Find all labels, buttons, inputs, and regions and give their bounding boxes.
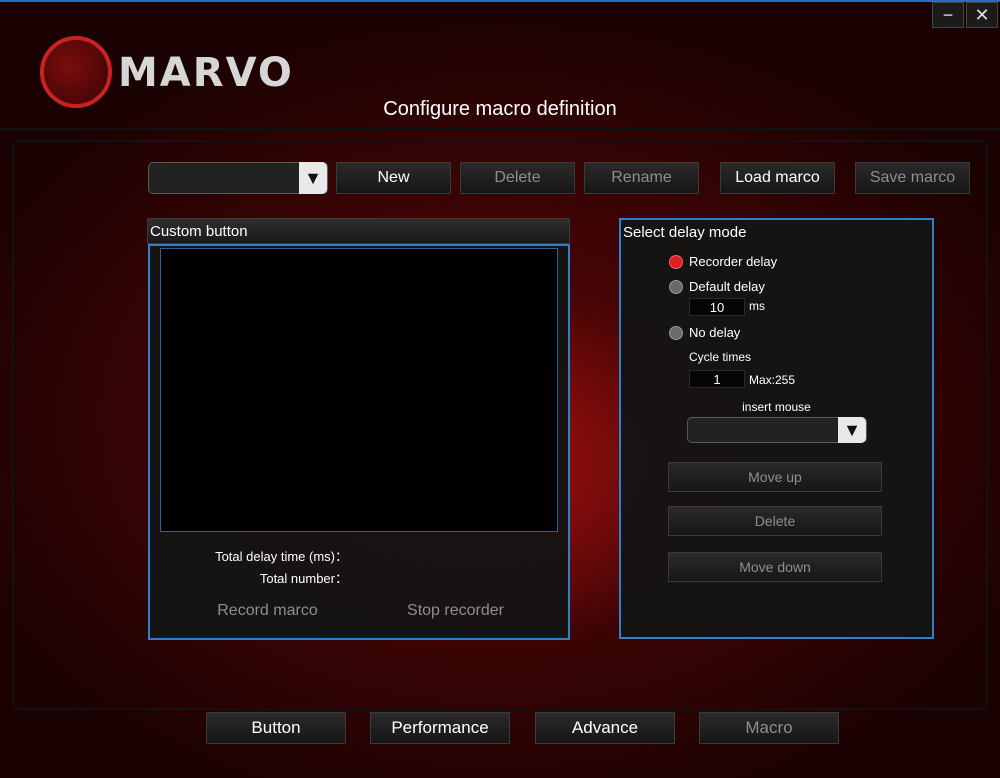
- tab-advance[interactable]: Advance: [535, 712, 675, 744]
- delay-mode-title: Select delay mode: [623, 224, 747, 241]
- minimize-button[interactable]: −: [932, 2, 964, 28]
- recorder-delay-option[interactable]: Recorder delay: [669, 254, 777, 269]
- window-top-border: [0, 0, 1000, 2]
- delete-event-button[interactable]: Delete: [668, 506, 882, 536]
- delay-mode-panel: Select delay mode Recorder delay Default…: [619, 218, 934, 639]
- tab-button[interactable]: Button: [206, 712, 346, 744]
- default-delay-input[interactable]: 10: [689, 298, 745, 316]
- brand-name: MARVO: [118, 50, 294, 96]
- cycle-times-label: Cycle times: [689, 350, 752, 364]
- tab-macro[interactable]: Macro: [699, 712, 839, 744]
- insert-mouse-label: insert mouse: [742, 400, 811, 414]
- cycle-max-label: Max:255: [749, 373, 796, 387]
- insert-mouse-dropdown[interactable]: ▼: [687, 417, 867, 443]
- default-delay-label: Default delay: [689, 279, 765, 294]
- save-macro-button[interactable]: Save marco: [855, 162, 970, 194]
- new-macro-button[interactable]: New: [336, 162, 451, 194]
- custom-button-panel: Total delay time (ms)： Total number： Rec…: [148, 244, 570, 640]
- radio-icon: [669, 279, 683, 294]
- radio-icon: [669, 325, 683, 340]
- record-macro-button[interactable]: Record marco: [190, 602, 345, 624]
- chevron-down-icon: ▼: [299, 162, 327, 194]
- tab-performance[interactable]: Performance: [370, 712, 510, 744]
- custom-button-title: Custom button: [150, 223, 248, 240]
- no-delay-label: No delay: [689, 325, 741, 340]
- cycle-times-input[interactable]: 1: [689, 370, 745, 388]
- page-title: Configure macro definition: [383, 98, 617, 120]
- radio-selected-icon: [669, 254, 683, 269]
- close-icon: ✕: [974, 4, 990, 25]
- total-delay-label: Total delay time (ms)：: [215, 549, 348, 564]
- total-number-label: Total number：: [259, 571, 348, 586]
- macro-events-list[interactable]: [160, 248, 558, 532]
- rename-macro-button[interactable]: Rename: [584, 162, 699, 194]
- chevron-down-icon: ▼: [838, 417, 866, 443]
- ms-unit-label: ms: [749, 299, 765, 313]
- load-macro-button[interactable]: Load marco: [720, 162, 835, 194]
- macro-select-dropdown[interactable]: ▼: [148, 162, 328, 194]
- recorder-delay-label: Recorder delay: [689, 254, 778, 269]
- move-up-button[interactable]: Move up: [668, 462, 882, 492]
- stop-recorder-button[interactable]: Stop recorder: [378, 602, 533, 624]
- move-down-button[interactable]: Move down: [668, 552, 882, 582]
- default-delay-option[interactable]: Default delay: [669, 279, 765, 294]
- no-delay-option[interactable]: No delay: [669, 325, 740, 340]
- delete-macro-button[interactable]: Delete: [460, 162, 575, 194]
- close-button[interactable]: ✕: [966, 2, 998, 28]
- minimize-icon: −: [942, 4, 954, 25]
- custom-button-header: Custom button: [147, 218, 570, 244]
- header-divider: [0, 128, 1000, 130]
